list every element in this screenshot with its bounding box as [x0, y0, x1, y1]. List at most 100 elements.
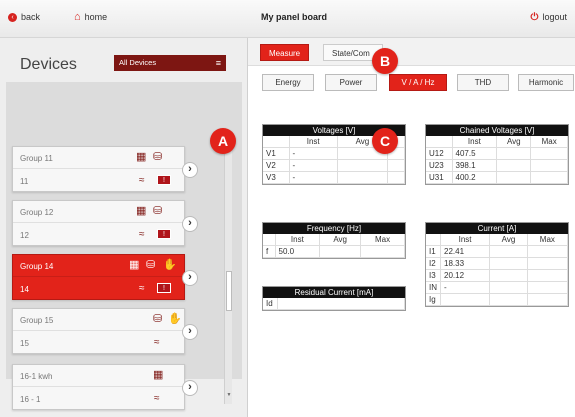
hand-icon: ✋ — [168, 313, 182, 325]
traffic-light-icon: ⛁ — [153, 151, 163, 163]
table-row: I3 20.12 — [426, 269, 569, 282]
table-row: I1 22.41 — [426, 245, 569, 258]
column-header: Avg — [496, 136, 532, 148]
device-list-scrollbar[interactable]: ▲ ▼ — [224, 146, 232, 404]
device-name: Group 15 — [20, 316, 54, 325]
cell-value — [387, 159, 406, 172]
column-header: Avg — [489, 234, 528, 246]
traffic-light-icon: ⛁ — [153, 313, 163, 325]
back-arrow-icon: ‹ — [8, 12, 17, 22]
column-header — [426, 234, 441, 246]
cell-value — [527, 257, 569, 270]
wifi-icon: ≈ — [139, 175, 145, 186]
table-row: V2 - — [263, 159, 406, 172]
cell-value — [489, 269, 528, 282]
cell-value — [530, 159, 568, 172]
cell-value: - — [289, 159, 338, 172]
column-header — [426, 136, 453, 148]
tab-harmonic[interactable]: Harmonic — [518, 74, 574, 91]
cell-value — [527, 245, 569, 258]
cell-value: - — [289, 171, 338, 184]
expand-chevron-button[interactable]: › — [182, 380, 198, 396]
cell-value — [277, 298, 405, 310]
device-card[interactable]: Group 12 ▦ ⛁ 12 ≈ ! — [12, 200, 185, 246]
column-header: Max — [530, 136, 568, 148]
expand-chevron-button[interactable]: › — [182, 324, 198, 340]
device-name: 16-1 kwh — [20, 372, 53, 381]
scroll-down-icon[interactable]: ▼ — [225, 392, 233, 398]
device-card-selected[interactable]: Group 14 ▦ ⛁ ✋ 14 ≈ ! — [12, 254, 185, 300]
tab-v-a-hz[interactable]: V / A / Hz — [389, 74, 447, 91]
tab-measure[interactable]: Measure — [260, 44, 310, 61]
device-card[interactable]: Group 15 ⛁ ✋ 15 ≈ — [12, 308, 185, 354]
column-header: Max — [527, 234, 569, 246]
scroll-thumb[interactable] — [226, 271, 232, 311]
cell-value — [527, 293, 569, 306]
row-label: U12 — [426, 147, 453, 160]
row-label: IN — [426, 281, 441, 294]
table-row: I2 18.33 — [426, 257, 569, 270]
device-card[interactable]: 16-1 kwh ▦ 16 - 1 ≈ — [12, 364, 185, 410]
cell-value — [530, 147, 568, 160]
tab-power[interactable]: Power — [325, 74, 377, 91]
tab-thd[interactable]: THD — [457, 74, 509, 91]
row-label: I3 — [426, 269, 441, 282]
back-link[interactable]: ‹ back — [8, 12, 40, 22]
wifi-icon: ≈ — [154, 337, 160, 348]
table-row: U12 407.5 — [426, 147, 568, 160]
cell-value: 18.33 — [440, 257, 491, 270]
table-row: IN - — [426, 281, 569, 294]
device-id: 11 — [20, 177, 29, 186]
cell-value: 400.2 — [452, 171, 498, 184]
home-label: home — [84, 12, 108, 22]
cell-value — [496, 159, 532, 172]
cell-value — [527, 281, 569, 294]
column-header: Inst — [452, 136, 498, 148]
cell-value: 398.1 — [452, 159, 498, 172]
cell-value — [530, 171, 568, 184]
cell-value — [489, 293, 528, 306]
table-row: V3 - — [263, 171, 406, 184]
device-name: Group 12 — [20, 208, 54, 217]
chained-voltages-title: Chained Voltages [V] — [426, 125, 568, 136]
power-icon: ⏻ — [530, 11, 539, 23]
section-tab-row: Measure State/Com — [248, 38, 575, 66]
traffic-light-icon: ⛁ — [153, 205, 163, 217]
device-name: Group 11 — [20, 154, 53, 163]
device-id: 15 — [20, 339, 29, 348]
column-header: Inst — [440, 234, 491, 246]
hand-icon: ✋ — [163, 259, 177, 271]
cell-value: 407.5 — [452, 147, 498, 160]
column-header: Inst — [289, 136, 338, 148]
expand-chevron-button[interactable]: › — [182, 216, 198, 232]
cell-value — [489, 281, 528, 294]
row-label: Ig — [426, 293, 441, 306]
device-id: 12 — [20, 231, 29, 240]
cell-value — [360, 245, 405, 258]
expand-chevron-button[interactable]: › — [182, 270, 198, 286]
cell-value — [489, 257, 528, 270]
cell-value — [337, 171, 388, 184]
device-id: 14 — [20, 285, 29, 294]
cell-value — [319, 245, 362, 258]
home-link[interactable]: ⌂ home — [74, 11, 108, 22]
wifi-icon: ≈ — [154, 393, 160, 404]
table-row: U23 398.1 — [426, 159, 568, 172]
page-title: My panel board — [261, 12, 328, 22]
row-label: U23 — [426, 159, 453, 172]
devices-filter-select[interactable]: All Devices ≡ — [114, 55, 226, 71]
expand-chevron-button[interactable]: › — [182, 162, 198, 178]
device-name: Group 14 — [20, 262, 54, 271]
device-card[interactable]: Group 11 ▦ ⛁ 11 ≈ ! — [12, 146, 185, 192]
alarm-icon: ! — [157, 229, 171, 239]
row-label: Id — [263, 298, 278, 310]
back-label: back — [21, 12, 41, 22]
residual-current-title: Residual Current [mA] — [263, 287, 405, 298]
devices-title: Devices — [20, 56, 77, 73]
cell-value — [489, 245, 528, 258]
callout-badge-a: A — [210, 128, 236, 154]
tab-energy[interactable]: Energy — [262, 74, 314, 91]
cell-value — [440, 293, 491, 306]
row-label: V1 — [263, 147, 290, 160]
logout-link[interactable]: ⏻ logout — [531, 12, 567, 22]
